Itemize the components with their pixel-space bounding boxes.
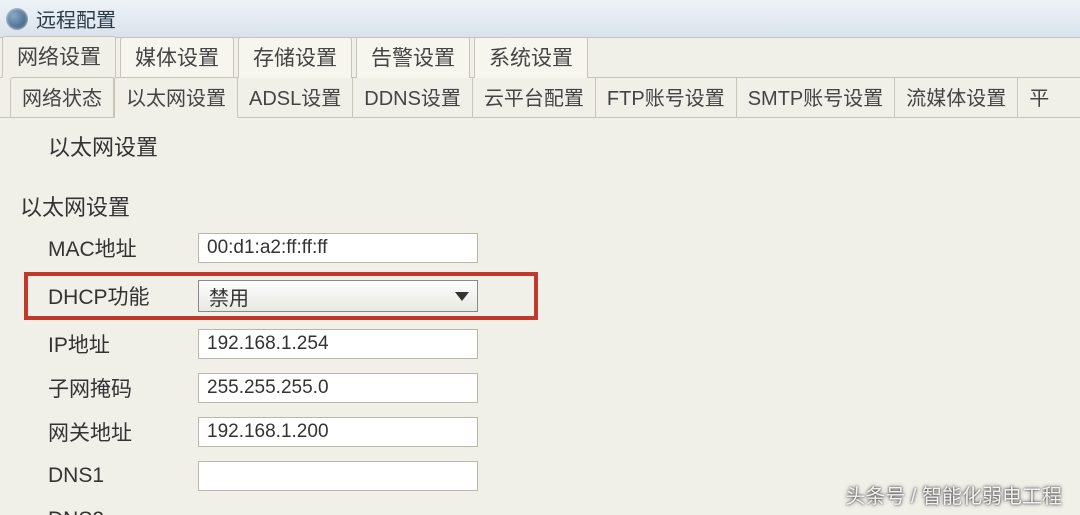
row-mac: MAC地址 00:d1:a2:ff:ff:ff xyxy=(48,232,1080,264)
content-area: 以太网设置 以太网设置 MAC地址 00:d1:a2:ff:ff:ff DHCP… xyxy=(0,118,1080,515)
subtab-streaming[interactable]: 流媒体设置 xyxy=(895,78,1018,117)
group-title: 以太网设置 xyxy=(20,190,1080,222)
label-ip: IP地址 xyxy=(48,329,198,359)
select-dhcp[interactable]: 禁用 xyxy=(198,280,478,312)
main-tab-bar: 网络设置 媒体设置 存储设置 告警设置 系统设置 xyxy=(0,38,1080,78)
subtab-adsl-settings[interactable]: ADSL设置 xyxy=(238,78,353,117)
input-gateway[interactable]: 192.168.1.200 xyxy=(198,417,478,447)
label-mask: 子网掩码 xyxy=(48,373,198,403)
input-dns1[interactable] xyxy=(198,461,478,491)
input-mac[interactable]: 00:d1:a2:ff:ff:ff xyxy=(198,233,478,263)
sub-tab-bar: 网络状态 以太网设置 ADSL设置 DDNS设置 云平台配置 FTP账号设置 S… xyxy=(0,78,1080,118)
value-gateway: 192.168.1.200 xyxy=(207,421,329,443)
value-dhcp: 禁用 xyxy=(209,282,249,311)
tab-network-settings[interactable]: 网络设置 xyxy=(2,36,116,78)
tab-media-settings[interactable]: 媒体设置 xyxy=(120,37,234,78)
input-mask[interactable]: 255.255.255.0 xyxy=(198,373,478,403)
subtab-smtp-account[interactable]: SMTP账号设置 xyxy=(737,78,896,117)
input-ip[interactable]: 192.168.1.254 xyxy=(198,329,478,359)
subtab-ddns-settings[interactable]: DDNS设置 xyxy=(353,78,473,117)
subtab-truncated[interactable]: 平 xyxy=(1018,78,1060,117)
row-dns2: DNS2 xyxy=(48,504,1080,515)
tab-alarm-settings[interactable]: 告警设置 xyxy=(356,37,470,78)
label-dns2: DNS2 xyxy=(48,508,198,515)
section-heading: 以太网设置 xyxy=(48,130,1080,162)
row-dhcp-highlight: DHCP功能 禁用 xyxy=(38,276,1080,316)
subtab-network-status[interactable]: 网络状态 xyxy=(10,77,114,117)
row-mask: 子网掩码 255.255.255.0 xyxy=(48,372,1080,404)
window-title: 远程配置 xyxy=(36,4,116,33)
label-mac: MAC地址 xyxy=(48,233,198,263)
chevron-down-icon xyxy=(455,292,469,301)
value-ip: 192.168.1.254 xyxy=(207,333,329,355)
subtab-ethernet-settings[interactable]: 以太网设置 xyxy=(114,77,238,118)
row-dns1: DNS1 xyxy=(48,460,1080,492)
row-gateway: 网关地址 192.168.1.200 xyxy=(48,416,1080,448)
label-gateway: 网关地址 xyxy=(48,417,198,447)
window-titlebar: 远程配置 xyxy=(0,0,1080,38)
subtab-ftp-account[interactable]: FTP账号设置 xyxy=(596,78,737,117)
value-mask: 255.255.255.0 xyxy=(207,377,329,399)
row-ip: IP地址 192.168.1.254 xyxy=(48,328,1080,360)
tab-storage-settings[interactable]: 存储设置 xyxy=(238,37,352,78)
value-mac: 00:d1:a2:ff:ff:ff xyxy=(207,237,327,259)
subtab-cloud-config[interactable]: 云平台配置 xyxy=(473,78,596,117)
tab-system-settings[interactable]: 系统设置 xyxy=(474,37,588,78)
label-dhcp: DHCP功能 xyxy=(48,281,198,311)
app-icon xyxy=(6,8,28,30)
label-dns1: DNS1 xyxy=(48,464,198,488)
row-dhcp: DHCP功能 禁用 xyxy=(48,280,1080,312)
